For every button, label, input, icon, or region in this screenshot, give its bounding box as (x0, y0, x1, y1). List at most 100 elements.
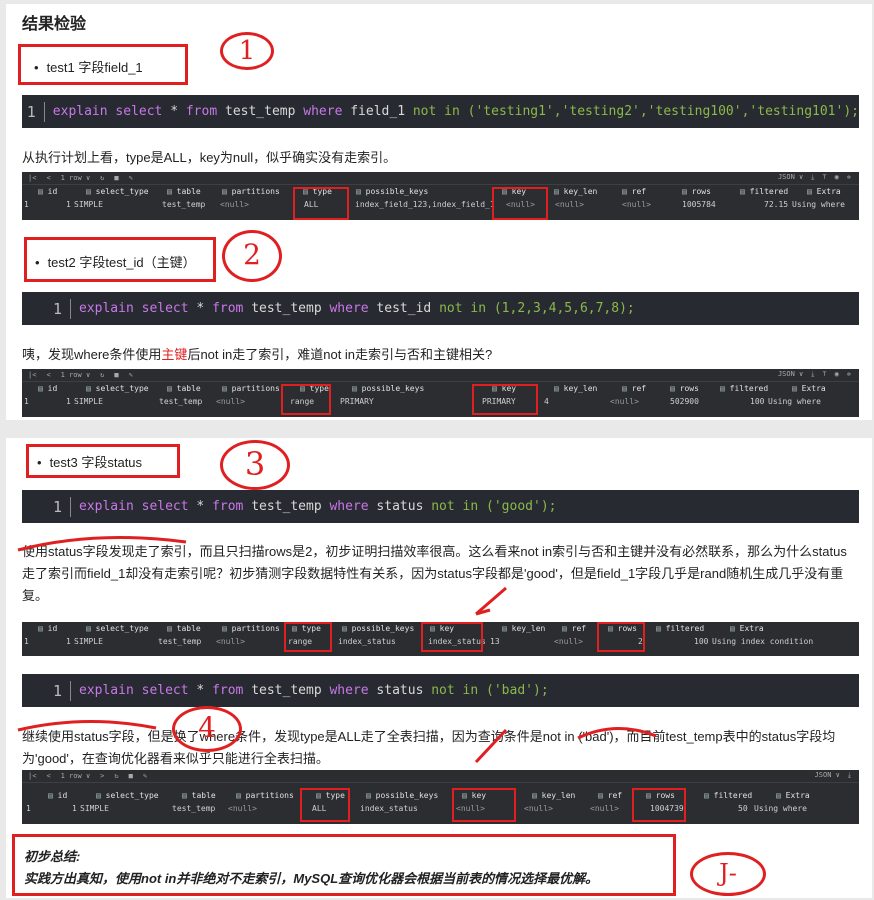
nav-first-icon[interactable]: |< (28, 371, 36, 379)
refresh-icon[interactable]: ↻ (100, 174, 104, 182)
column-header[interactable]: Extra (807, 187, 841, 196)
explain-grid-1: |< < 1 row ∨ ↻ ■ ✎ JSON ∨ ⤓ ⊤ ◉ ✲ id select_… (22, 172, 859, 220)
code-block-test2: 1 explain select * from test_temp where … (22, 292, 859, 325)
json-format-select[interactable]: JSON ∨ (778, 370, 803, 379)
annotation-box-key (492, 187, 548, 220)
column-header[interactable]: key_len (502, 624, 546, 633)
column-header[interactable]: ref (622, 384, 646, 393)
nav-prev-icon[interactable]: < (46, 174, 50, 182)
annotation-box-rows (632, 788, 686, 822)
column-header[interactable]: select_type (96, 791, 159, 800)
code-block-test4: 1 explain select * from test_temp where … (22, 674, 859, 707)
column-header[interactable]: rows (670, 384, 699, 393)
column-header[interactable]: possible_keys (356, 187, 429, 196)
column-header[interactable]: filtered (740, 187, 789, 196)
column-header[interactable]: id (38, 187, 58, 196)
column-header[interactable]: possible_keys (342, 624, 415, 633)
column-header[interactable]: partitions (222, 624, 280, 633)
annotation-box-type (281, 384, 331, 415)
column-header[interactable]: ref (598, 791, 622, 800)
column-header[interactable]: filtered (704, 791, 753, 800)
column-header[interactable]: key_len (554, 187, 598, 196)
sql-text: explain select * from test_temp where st… (79, 499, 557, 514)
view-icon[interactable]: ◉ (835, 370, 839, 379)
result-panel-1: 结果检验 test1 字段field_1 1 1 explain select … (6, 4, 872, 420)
explain-grid-4: |< < 1 row ∨ > ↻ ■ ✎ JSON ∨ ⤓ id select_t… (22, 770, 859, 824)
nav-prev-icon[interactable]: < (46, 772, 50, 780)
refresh-icon[interactable]: ↻ (100, 371, 104, 379)
nav-next-icon[interactable]: > (100, 772, 104, 780)
code-block-test3: 1 explain select * from test_temp where … (22, 490, 859, 523)
pin-icon[interactable]: ✎ (129, 371, 133, 379)
column-header[interactable]: key_len (554, 384, 598, 393)
summary-text: 实践方出真知，使用not in并非绝对不走索引，MySQL查询优化器会根据当前表… (24, 871, 599, 886)
column-header[interactable]: filtered (720, 384, 769, 393)
line-number: 1 (22, 680, 71, 701)
column-header[interactable]: possible_keys (352, 384, 425, 393)
test3-label: test3 字段status (37, 452, 142, 471)
column-header[interactable]: partitions (222, 187, 280, 196)
summary-title: 初步总结: (24, 849, 81, 864)
table-row[interactable]: 1 1 SIMPLE test_temp <null> ALL index_st… (22, 802, 859, 815)
grid-header-row: id select_type table partitions type pos… (22, 185, 859, 198)
stop-icon[interactable]: ■ (114, 174, 118, 182)
column-header[interactable]: id (38, 624, 58, 633)
nav-first-icon[interactable]: |< (28, 772, 36, 780)
refresh-icon[interactable]: ↻ (114, 772, 118, 780)
column-header[interactable]: table (167, 624, 201, 633)
primary-key-link[interactable]: 主键 (161, 347, 187, 362)
column-header[interactable]: table (182, 791, 216, 800)
annotation-box-type (293, 187, 349, 220)
column-header[interactable]: partitions (222, 384, 280, 393)
column-header[interactable]: Extra (776, 791, 810, 800)
column-header[interactable]: ref (562, 624, 586, 633)
column-header[interactable]: id (48, 791, 68, 800)
annotation-circle-3: 3 (220, 440, 290, 490)
column-header[interactable]: partitions (236, 791, 294, 800)
column-header[interactable]: possible_keys (366, 791, 439, 800)
grid-toolbar: |< < 1 row ∨ ↻ ■ ✎ JSON ∨ ⤓ ⊤ ◉ ✲ (22, 172, 859, 185)
settings-icon[interactable]: ✲ (847, 370, 851, 379)
row-count-select[interactable]: 1 row ∨ (61, 174, 91, 182)
annotation-box-rows (597, 622, 645, 652)
column-header[interactable]: select_type (86, 384, 149, 393)
column-header[interactable]: key_len (532, 791, 576, 800)
annotation-circle-4: 4 (172, 706, 242, 752)
table-row[interactable]: 1 1 SIMPLE test_temp <null> ALL index_fi… (22, 198, 859, 211)
pin-icon[interactable]: ✎ (129, 174, 133, 182)
json-format-select[interactable]: JSON ∨ (778, 173, 803, 182)
export-icon[interactable]: ⤓ (811, 370, 814, 379)
table-row[interactable]: 1 1 SIMPLE test_temp <null> range PRIMAR… (22, 395, 859, 408)
settings-icon[interactable]: ✲ (847, 173, 851, 182)
view-icon[interactable]: ◉ (835, 173, 839, 182)
stop-icon[interactable]: ■ (129, 772, 133, 780)
column-header[interactable]: id (38, 384, 58, 393)
column-header[interactable]: Extra (792, 384, 826, 393)
annotation-box-key (421, 622, 483, 652)
export-icon[interactable]: ⤓ (848, 771, 851, 780)
column-header[interactable]: rows (682, 187, 711, 196)
row-count-select[interactable]: 1 row ∨ (61, 772, 91, 780)
section-title: 结果检验 (22, 16, 87, 33)
filter-icon[interactable]: ⊤ (822, 370, 826, 379)
json-format-select[interactable]: JSON ∨ (815, 771, 840, 780)
row-count-select[interactable]: 1 row ∨ (61, 371, 91, 379)
export-icon[interactable]: ⤓ (811, 173, 814, 182)
nav-prev-icon[interactable]: < (46, 371, 50, 379)
stop-icon[interactable]: ■ (114, 371, 118, 379)
filter-icon[interactable]: ⊤ (822, 173, 826, 182)
annotation-box-type (284, 622, 332, 652)
sql-text: explain select * from test_temp where st… (79, 683, 549, 698)
column-header[interactable]: ref (622, 187, 646, 196)
line-number: 1 (22, 496, 71, 517)
column-header[interactable]: table (167, 384, 201, 393)
column-header[interactable]: filtered (656, 624, 705, 633)
column-header[interactable]: Extra (730, 624, 764, 633)
nav-first-icon[interactable]: |< (28, 174, 36, 182)
column-header[interactable]: select_type (86, 187, 149, 196)
annotation-box-key (472, 384, 538, 415)
column-header[interactable]: table (167, 187, 201, 196)
test2-label: test2 字段test_id（主键） (35, 252, 196, 271)
column-header[interactable]: select_type (86, 624, 149, 633)
pin-icon[interactable]: ✎ (143, 772, 147, 780)
